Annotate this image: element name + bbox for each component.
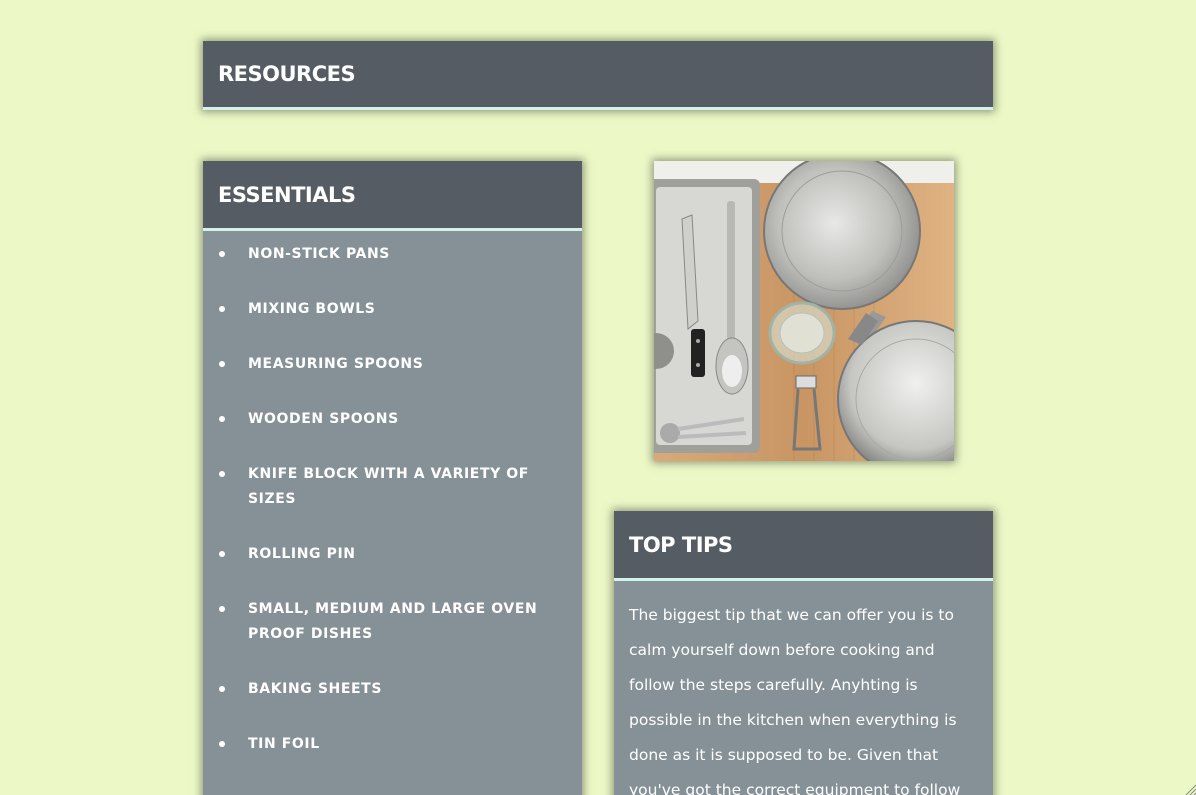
resize-grip-icon[interactable] <box>1184 783 1196 795</box>
bullet-icon <box>219 686 225 692</box>
list-item-label: SMALL, MEDIUM AND LARGE OVEN PROOF DISHE… <box>248 601 538 642</box>
bullet-icon <box>219 606 225 612</box>
list-item: MEASURING SPOONS <box>203 352 582 377</box>
list-item: ROLLING PIN <box>203 542 582 567</box>
list-item: WOODEN SPOONS <box>203 407 582 432</box>
top-tips-panel: TOP TIPS The biggest tip that we can off… <box>614 511 993 795</box>
list-item: NON-STICK PANS <box>203 242 582 267</box>
list-item-label: KNIFE BLOCK WITH A VARIETY OF SIZES <box>248 466 529 507</box>
bullet-icon <box>219 306 225 312</box>
page: RESOURCES ESSENTIALS NON-STICK PANS MIXI… <box>0 0 1196 795</box>
essentials-panel: ESSENTIALS NON-STICK PANS MIXING BOWLS M… <box>203 161 582 795</box>
resources-title: RESOURCES <box>218 62 356 86</box>
list-item-label: WOODEN SPOONS <box>248 411 399 427</box>
resources-header: RESOURCES <box>203 41 993 110</box>
top-tips-body: The biggest tip that we can offer you is… <box>629 606 961 795</box>
list-item-label: TIN FOIL <box>248 736 320 752</box>
list-item: TIN FOIL <box>203 732 582 757</box>
list-item-label: MEASURING SPOONS <box>248 356 424 372</box>
list-item-label: BAKING SHEETS <box>248 681 383 697</box>
kitchen-utensils-photo-icon <box>654 161 954 461</box>
bullet-icon <box>219 361 225 367</box>
essentials-header: ESSENTIALS <box>203 161 582 231</box>
bullet-icon <box>219 551 225 557</box>
list-item-label: ROLLING PIN <box>248 546 356 562</box>
essentials-list: NON-STICK PANS MIXING BOWLS MEASURING SP… <box>203 231 582 757</box>
list-item: SMALL, MEDIUM AND LARGE OVEN PROOF DISHE… <box>203 597 582 647</box>
bullet-icon <box>219 416 225 422</box>
bullet-icon <box>219 741 225 747</box>
top-tips-title: TOP TIPS <box>629 532 733 557</box>
bullet-icon <box>219 251 225 257</box>
essentials-title: ESSENTIALS <box>218 182 356 207</box>
list-item-label: NON-STICK PANS <box>248 246 390 262</box>
list-item: KNIFE BLOCK WITH A VARIETY OF SIZES <box>203 462 582 512</box>
bullet-icon <box>219 471 225 477</box>
list-item: BAKING SHEETS <box>203 677 582 702</box>
list-item-label: MIXING BOWLS <box>248 301 376 317</box>
kitchen-utensils-image <box>654 161 954 461</box>
top-tips-header: TOP TIPS <box>614 511 993 581</box>
list-item: MIXING BOWLS <box>203 297 582 322</box>
